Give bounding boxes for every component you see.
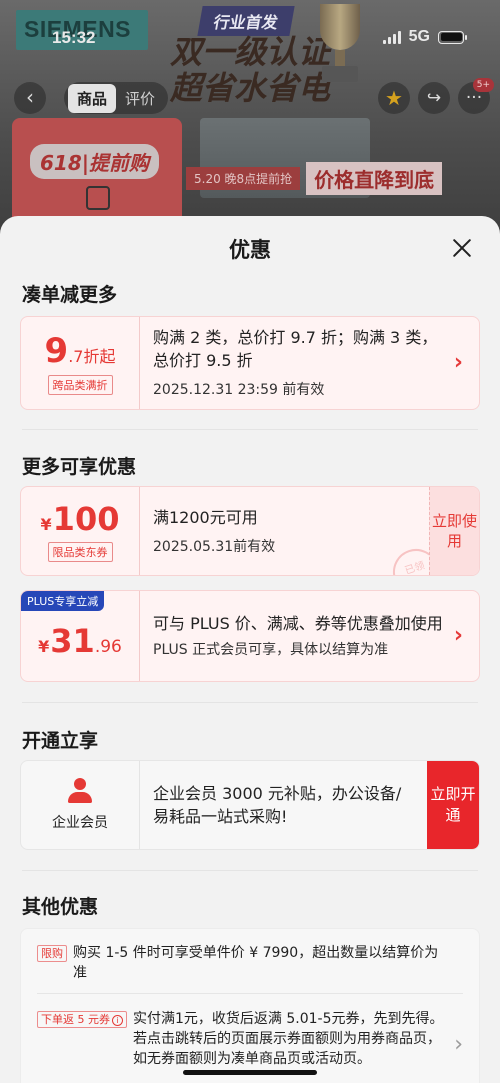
enterprise-member-card[interactable]: 企业会员 企业会员 3000 元补贴，办公设备/易耗品一站式采购! 立即开通 bbox=[20, 760, 480, 850]
price-drop-banner: 5.20 晚8点提前抢 价格直降到底 bbox=[186, 162, 443, 195]
card-separator bbox=[139, 317, 140, 409]
open-membership-button[interactable]: 立即开通 bbox=[427, 761, 479, 849]
price-drop-headline: 价格直降到底 bbox=[306, 162, 443, 195]
discount-sheet: 优惠 凑单减更多 9 .7 折起 跨品类满折 购满 2 类，总价打 9.7 折；… bbox=[0, 216, 500, 1083]
status-indicators: 5G bbox=[382, 28, 467, 46]
coupon-amount: ¥ 100 bbox=[41, 500, 120, 538]
enterprise-member-block: 企业会员 bbox=[21, 761, 139, 849]
status-time: 15:32 bbox=[52, 28, 96, 47]
discount-integer: 9 bbox=[44, 331, 69, 371]
plus-body: 可与 PLUS 价、满减、券等优惠叠加使用 PLUS 正式会员可享，具体以结算为… bbox=[153, 591, 445, 681]
nav-actions: ★ ↪ ··· 5+ bbox=[378, 78, 494, 114]
message-badge: 5+ bbox=[472, 78, 494, 92]
plus-amount: ¥ 31 .96 bbox=[38, 622, 122, 660]
trophy-icon bbox=[310, 4, 370, 84]
battery-icon bbox=[438, 30, 467, 44]
share-icon[interactable]: ↪ bbox=[418, 82, 450, 114]
purchase-limit-text: 购买 1-5 件时可享受单件价 ¥ 7990，超出数量以结算价为准 bbox=[73, 945, 439, 981]
home-indicator bbox=[183, 1070, 317, 1075]
bundle-discount-validity: 2025.12.31 23:59 前有效 bbox=[153, 382, 325, 398]
enterprise-member-description: 企业会员 3000 元补贴，办公设备/易耗品一站式采购! bbox=[153, 784, 402, 826]
currency-symbol: ¥ bbox=[38, 637, 50, 656]
return-coupon-tag: 下单返 5 元券 i bbox=[37, 1011, 127, 1028]
favorite-star-icon[interactable]: ★ bbox=[378, 82, 410, 114]
plus-condition: PLUS 正式会员可享，具体以结算为准 bbox=[153, 642, 389, 658]
section-title-other: 其他优惠 bbox=[22, 896, 99, 918]
chevron-right-icon: › bbox=[454, 1032, 463, 1057]
back-button[interactable]: ‹ bbox=[14, 82, 46, 114]
item-divider bbox=[37, 993, 463, 994]
purchase-limit-item: 限购 购买 1-5 件时可享受单件价 ¥ 7990，超出数量以结算价为准 bbox=[37, 943, 445, 983]
currency-symbol: ¥ bbox=[40, 515, 52, 534]
price-drop-time: 5.20 晚8点提前抢 bbox=[186, 167, 301, 190]
sheet-title: 优惠 bbox=[229, 238, 271, 262]
other-offers-box: 限购 购买 1-5 件时可享受单件价 ¥ 7990，超出数量以结算价为准 下单返… bbox=[20, 928, 480, 1083]
section-title-more: 更多可享优惠 bbox=[22, 456, 137, 478]
coupon-amount-value: 100 bbox=[52, 500, 120, 538]
close-icon[interactable] bbox=[450, 236, 474, 260]
signal-icon bbox=[382, 30, 401, 44]
discount-decimal: .7 bbox=[68, 347, 84, 366]
chevron-right-icon: › bbox=[453, 623, 463, 648]
box-icon bbox=[86, 186, 110, 210]
coupon-validity: 2025.05.31前有效 bbox=[153, 538, 276, 555]
plus-description: 可与 PLUS 价、满减、券等优惠叠加使用 bbox=[153, 614, 443, 633]
section-divider bbox=[22, 429, 478, 430]
tab-product[interactable]: 商品 bbox=[68, 83, 117, 113]
bundle-discount-value-block: 9 .7 折起 跨品类满折 bbox=[21, 317, 139, 409]
sheet-header: 优惠 bbox=[0, 216, 500, 280]
plus-discount-card[interactable]: PLUS专享立减 ¥ 31 .96 可与 PLUS 价、满减、券等优惠叠加使用 … bbox=[20, 590, 480, 682]
plus-value-block: ¥ 31 .96 bbox=[21, 591, 139, 681]
plus-amount-integer: 31 bbox=[50, 622, 95, 660]
promo-tag: 行业首发 bbox=[197, 6, 295, 36]
enterprise-member-label: 企业会员 bbox=[52, 815, 108, 831]
more-menu-icon[interactable]: ··· 5+ bbox=[458, 78, 494, 114]
purchase-limit-tag: 限购 bbox=[37, 945, 67, 962]
tab-reviews[interactable]: 评价 bbox=[116, 84, 164, 113]
card-separator bbox=[139, 591, 140, 681]
section-title-open: 开通立享 bbox=[22, 730, 99, 752]
discount-unit: 折起 bbox=[83, 347, 116, 366]
coupon-value-block: ¥ 100 限品类东券 bbox=[21, 487, 139, 575]
return-coupon-text: 实付满1元，收货后返满 5.01-5元券，先到先得。若点击跳转后的页面展示券面额… bbox=[133, 1011, 444, 1067]
product-navbar: ‹ 商品 评价 ★ ↪ ··· 5+ bbox=[0, 78, 500, 118]
bundle-discount-description: 购满 2 类，总价打 9.7 折；购满 3 类，总价打 9.5 折 bbox=[153, 328, 438, 370]
coupon-body: 满1200元可用 2025.05.31前有效 bbox=[153, 487, 419, 575]
coupon-type-tag: 限品类东券 bbox=[47, 542, 113, 562]
card-separator bbox=[139, 761, 140, 849]
section-divider bbox=[22, 702, 478, 703]
cross-category-tag: 跨品类满折 bbox=[47, 375, 113, 395]
info-icon[interactable]: i bbox=[112, 1015, 123, 1026]
network-label: 5G bbox=[408, 28, 430, 45]
section-divider bbox=[22, 870, 478, 871]
chevron-right-icon: › bbox=[453, 350, 463, 375]
promo-618-label: 618|提前购 bbox=[30, 144, 160, 179]
bundle-discount-body: 购满 2 类，总价打 9.7 折；购满 3 类，总价打 9.5 折 2025.1… bbox=[153, 317, 445, 409]
coupon-condition: 满1200元可用 bbox=[153, 507, 258, 527]
bundle-discount-card[interactable]: 9 .7 折起 跨品类满折 购满 2 类，总价打 9.7 折；购满 3 类，总价… bbox=[20, 316, 480, 410]
return-coupon-tag-label: 下单返 5 元券 bbox=[41, 1013, 110, 1026]
user-icon bbox=[67, 778, 93, 804]
card-separator bbox=[139, 487, 140, 575]
enterprise-member-body: 企业会员 3000 元补贴，办公设备/易耗品一站式采购! bbox=[153, 761, 413, 849]
use-coupon-button[interactable]: 立即使用 bbox=[429, 487, 479, 575]
section-title-bundle: 凑单减更多 bbox=[22, 284, 118, 306]
return-coupon-item[interactable]: 下单返 5 元券 i 实付满1元，收货后返满 5.01-5元券，先到先得。若点击跳… bbox=[37, 1009, 445, 1069]
product-tabs: 商品 评价 bbox=[64, 82, 169, 114]
product-page-backdrop[interactable]: SIEMENS 15:32 5G 行业首发 双一级认证 超省水省电 ‹ 商品 评… bbox=[0, 0, 500, 240]
plus-amount-decimal: .96 bbox=[94, 637, 122, 657]
coupon-card[interactable]: ¥ 100 限品类东券 满1200元可用 2025.05.31前有效 已领 立即… bbox=[20, 486, 480, 576]
bundle-discount-value: 9 .7 折起 bbox=[45, 331, 116, 371]
